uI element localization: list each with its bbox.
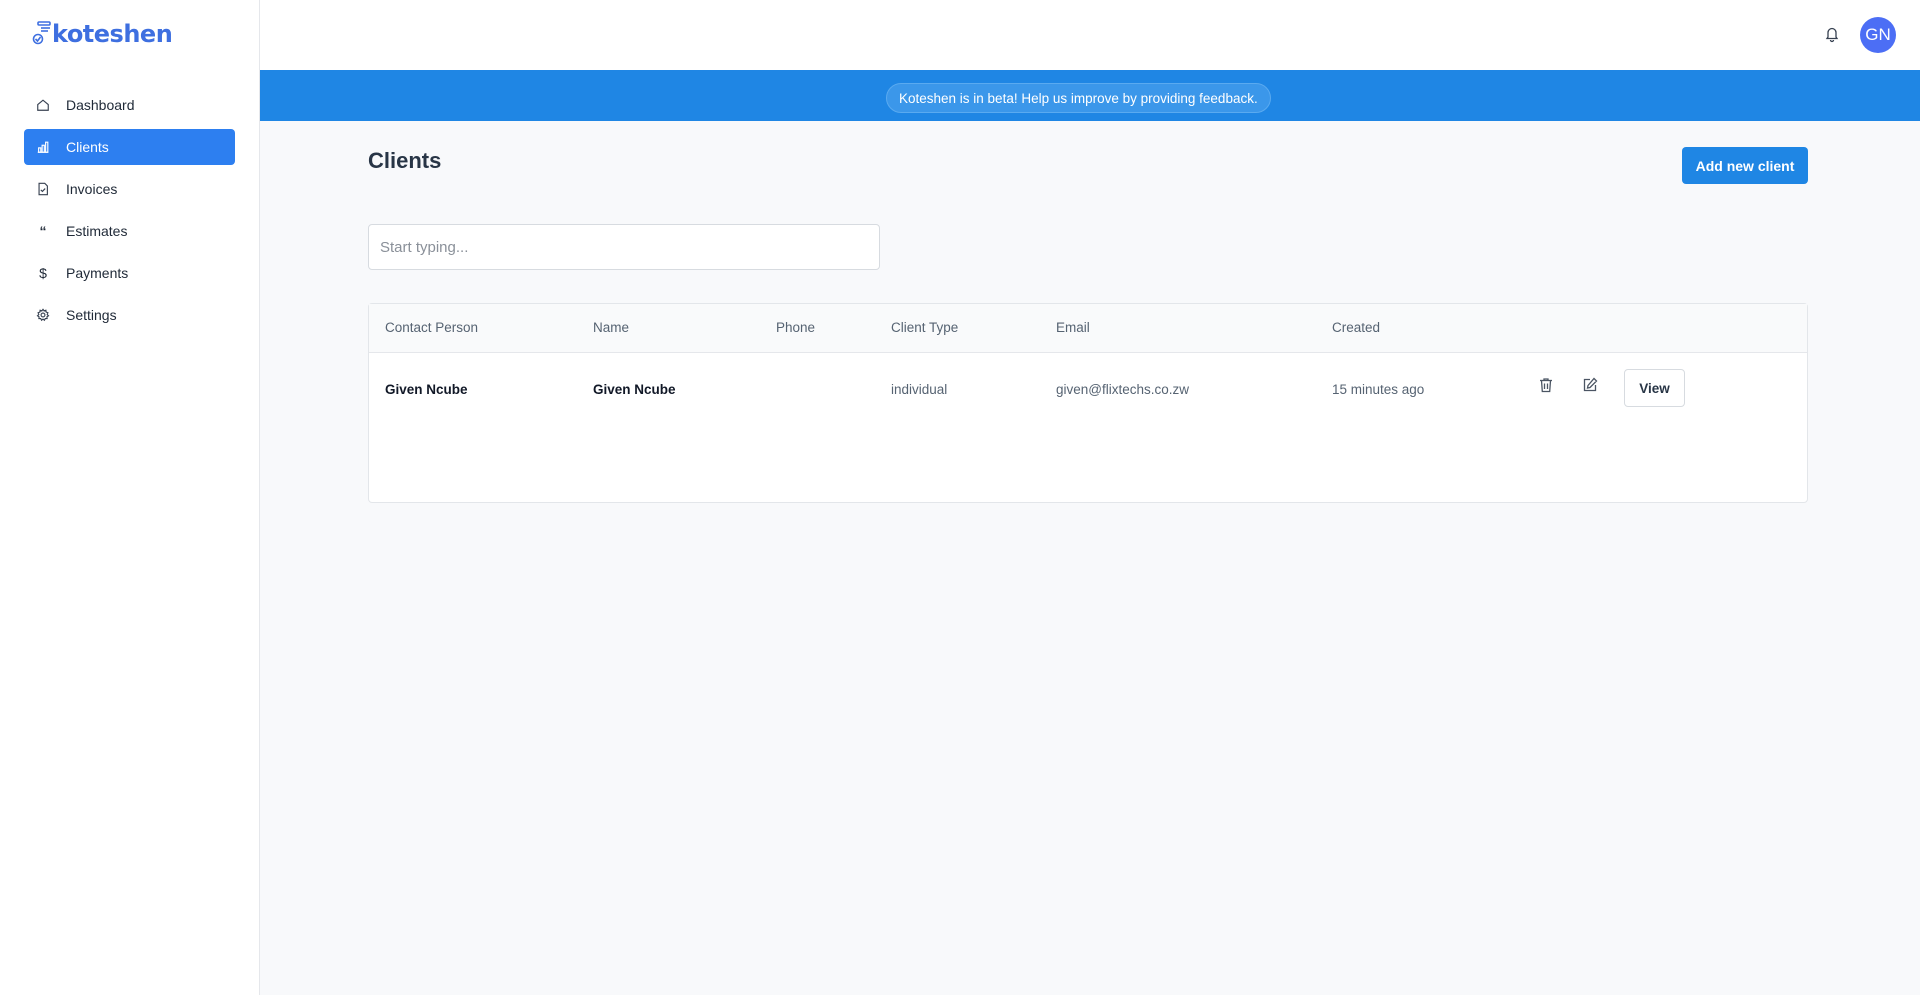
cell-email: given@flixtechs.co.zw — [1056, 382, 1190, 397]
cell-client-type: individual — [891, 382, 948, 397]
sidebar-item-label: Estimates — [66, 223, 128, 239]
sidebar-item-estimates[interactable]: “ Estimates — [24, 213, 235, 249]
column-header-contact-person: Contact Person — [385, 320, 479, 335]
table-row: Given Ncube Given Ncube individual given… — [369, 353, 1807, 423]
trash-icon[interactable] — [1535, 374, 1557, 396]
logo-text: koteshen — [52, 20, 173, 48]
bell-icon[interactable] — [1824, 25, 1840, 43]
sidebar-item-label: Invoices — [66, 181, 118, 197]
edit-icon[interactable] — [1579, 374, 1601, 396]
column-header-phone: Phone — [776, 320, 816, 335]
sidebar-item-payments[interactable]: $ Payments — [24, 255, 235, 291]
top-bar: GN — [260, 0, 1920, 70]
column-header-name: Name — [593, 320, 630, 335]
view-button[interactable]: View — [1624, 369, 1685, 407]
dollar-icon: $ — [39, 265, 47, 281]
sidebar-item-label: Clients — [66, 139, 109, 155]
logo[interactable]: koteshen — [32, 16, 173, 52]
sidebar-item-label: Settings — [66, 307, 117, 323]
clients-table: Contact Person Name Phone Client Type Em… — [368, 303, 1808, 503]
beta-banner: Koteshen is in beta! Help us improve by … — [260, 70, 1920, 121]
column-header-email: Email — [1056, 320, 1090, 335]
bar-chart-icon — [34, 138, 52, 156]
column-header-created: Created — [1332, 320, 1381, 335]
home-icon — [34, 96, 52, 114]
search-input[interactable] — [368, 224, 880, 270]
cell-created: 15 minutes ago — [1332, 382, 1425, 397]
gear-icon — [34, 306, 52, 324]
table-header: Contact Person Name Phone Client Type Em… — [369, 304, 1807, 353]
sidebar-item-settings[interactable]: Settings — [24, 297, 235, 333]
sidebar-item-label: Payments — [66, 265, 129, 281]
sidebar-item-clients[interactable]: Clients — [24, 129, 235, 165]
sidebar-item-label: Dashboard — [66, 97, 135, 113]
sidebar-item-dashboard[interactable]: Dashboard — [24, 87, 235, 123]
document-check-icon — [34, 180, 52, 198]
cell-contact-person: Given Ncube — [385, 382, 468, 397]
quote-icon: “ — [39, 223, 47, 239]
sidebar-nav: Dashboard Clients Invoices “ Estimates $… — [24, 87, 235, 339]
logo-icon — [32, 21, 51, 45]
beta-feedback-link[interactable]: Koteshen is in beta! Help us improve by … — [886, 83, 1271, 113]
page-title: Clients — [368, 148, 442, 173]
sidebar-item-invoices[interactable]: Invoices — [24, 171, 235, 207]
avatar[interactable]: GN — [1860, 17, 1896, 53]
sidebar: koteshen Dashboard Clients Invoices “ Es… — [0, 0, 260, 995]
cell-name: Given Ncube — [593, 382, 676, 397]
add-client-button[interactable]: Add new client — [1682, 147, 1808, 184]
column-header-client-type: Client Type — [891, 320, 959, 335]
